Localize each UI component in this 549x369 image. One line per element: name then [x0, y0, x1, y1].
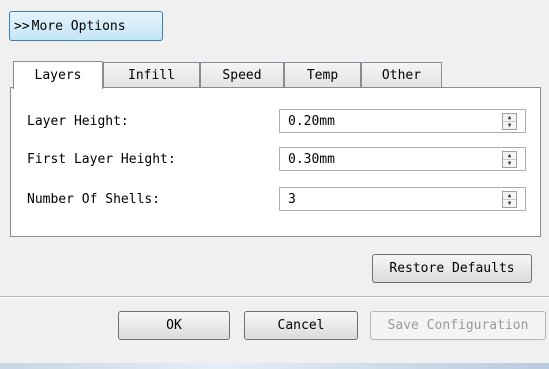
window-bottom-edge [0, 363, 549, 369]
cancel-button[interactable]: Cancel [244, 311, 358, 340]
tab-temp[interactable]: Temp [284, 62, 361, 88]
layer-height-stepper[interactable]: ▲ ▼ [502, 113, 517, 130]
save-configuration-button[interactable]: Save Configuration [370, 311, 546, 340]
first-layer-height-label: First Layer Height: [27, 152, 176, 167]
more-options-label: More Options [31, 18, 126, 34]
decrement-arrow-icon[interactable]: ▼ [503, 160, 516, 167]
restore-defaults-button[interactable]: Restore Defaults [372, 254, 532, 283]
ok-button[interactable]: OK [118, 311, 230, 340]
increment-arrow-icon[interactable]: ▲ [503, 192, 516, 200]
tab-other[interactable]: Other [361, 62, 442, 88]
more-options-button[interactable]: >> More Options [9, 11, 163, 41]
increment-arrow-icon[interactable]: ▲ [503, 152, 516, 160]
decrement-arrow-icon[interactable]: ▼ [503, 122, 516, 129]
expand-chevron-icon: >> [14, 18, 30, 34]
increment-arrow-icon[interactable]: ▲ [503, 114, 516, 122]
layer-height-spinbox[interactable]: 0.20mm ▲ ▼ [279, 109, 526, 133]
number-of-shells-spinbox[interactable]: 3 ▲ ▼ [279, 187, 526, 211]
layers-panel: Layer Height: 0.20mm ▲ ▼ First Layer Hei… [10, 87, 541, 237]
layer-height-value[interactable]: 0.20mm [288, 114, 335, 129]
number-of-shells-stepper[interactable]: ▲ ▼ [502, 191, 517, 208]
first-layer-height-spinbox[interactable]: 0.30mm ▲ ▼ [279, 147, 526, 171]
footer-divider [0, 296, 549, 298]
layer-height-label: Layer Height: [27, 114, 129, 129]
tab-layers[interactable]: Layers [13, 61, 103, 89]
first-layer-height-stepper[interactable]: ▲ ▼ [502, 151, 517, 168]
number-of-shells-value[interactable]: 3 [288, 192, 296, 207]
tab-infill[interactable]: Infill [103, 62, 200, 88]
first-layer-height-value[interactable]: 0.30mm [288, 152, 335, 167]
decrement-arrow-icon[interactable]: ▼ [503, 200, 516, 207]
number-of-shells-label: Number Of Shells: [27, 192, 161, 207]
tab-speed[interactable]: Speed [200, 62, 284, 88]
